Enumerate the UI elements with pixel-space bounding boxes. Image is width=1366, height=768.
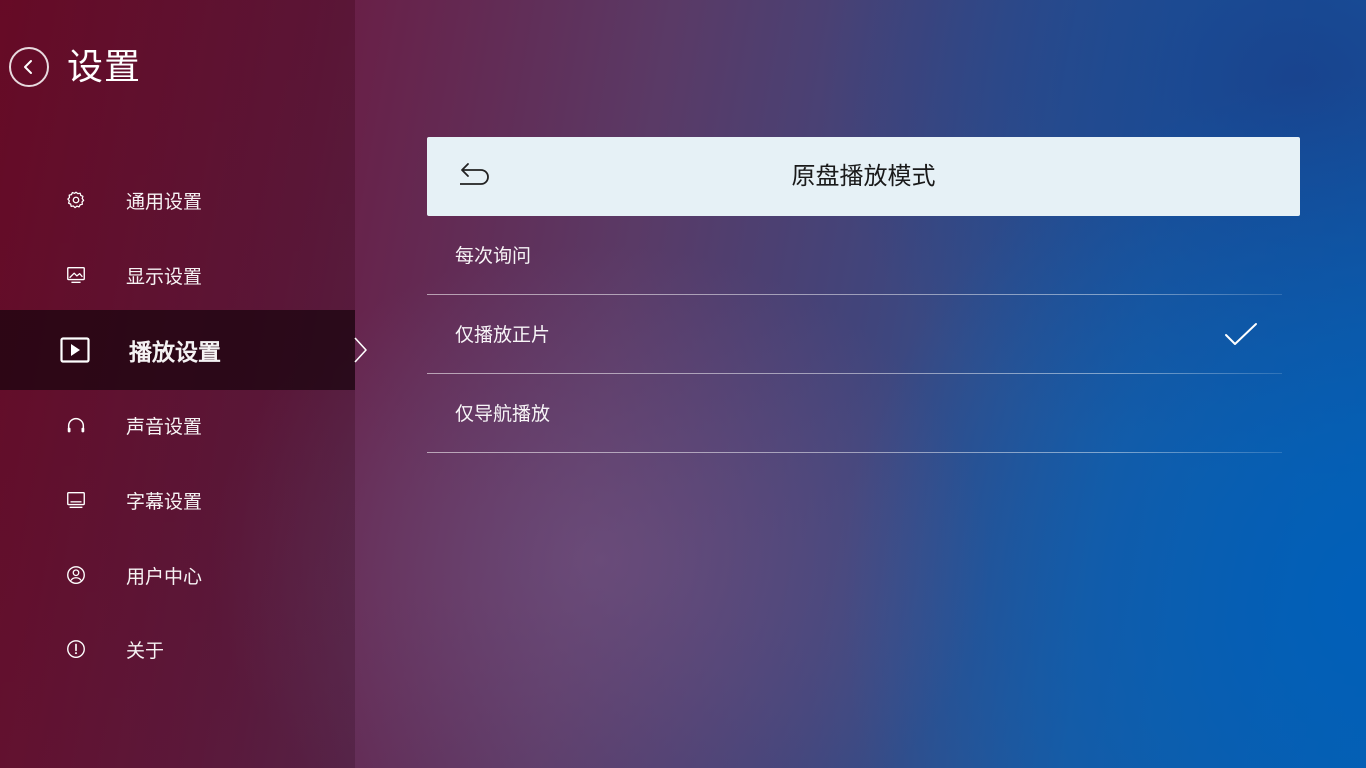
option-item-main-feature-only[interactable]: 仅播放正片	[427, 296, 1282, 374]
sidebar-item-label: 通用设置	[126, 190, 203, 213]
submenu-title: 原盘播放模式	[791, 162, 936, 190]
sidebar-item-display[interactable]: 显示设置	[0, 240, 355, 310]
divider	[427, 373, 1282, 374]
chevron-left-icon	[24, 60, 32, 74]
sidebar-item-label: 声音设置	[126, 415, 203, 438]
user-circle-icon	[64, 563, 88, 587]
active-item-pointer-icon	[354, 337, 367, 363]
option-item-navigation-only[interactable]: 仅导航播放	[427, 375, 1282, 453]
option-label: 仅导航播放	[455, 403, 551, 425]
sidebar-item-sound[interactable]: 声音设置	[0, 390, 355, 460]
sidebar-item-playback[interactable]: 播放设置	[0, 310, 355, 390]
headphones-icon	[64, 413, 88, 437]
subtitle-monitor-icon	[64, 488, 88, 512]
sidebar-item-label: 用户中心	[126, 565, 203, 588]
play-icon	[60, 335, 90, 365]
sidebar-item-label: 显示设置	[126, 265, 203, 288]
option-item-ask-every-time[interactable]: 每次询问	[427, 217, 1282, 295]
sidebar-item-user-center[interactable]: 用户中心	[0, 540, 355, 610]
display-image-icon	[64, 263, 88, 287]
submenu-header: 原盘播放模式	[427, 137, 1300, 216]
sidebar-item-subtitle[interactable]: 字幕设置	[0, 465, 355, 535]
back-button[interactable]	[9, 47, 49, 87]
sidebar-item-about[interactable]: 关于	[0, 614, 355, 684]
gear-icon	[64, 188, 88, 212]
page-title: 设置	[67, 47, 142, 88]
option-label: 每次询问	[455, 245, 532, 267]
info-circle-icon	[64, 637, 88, 661]
option-label: 仅播放正片	[455, 324, 551, 346]
sidebar-item-general[interactable]: 通用设置	[0, 165, 355, 235]
sidebar-item-label: 字幕设置	[126, 490, 203, 513]
sidebar-item-label: 播放设置	[129, 340, 221, 366]
divider	[427, 452, 1282, 453]
divider	[427, 294, 1282, 295]
sidebar-item-label: 关于	[126, 639, 165, 662]
checkmark-icon	[1225, 323, 1257, 345]
page-header: 设置	[0, 0, 355, 130]
